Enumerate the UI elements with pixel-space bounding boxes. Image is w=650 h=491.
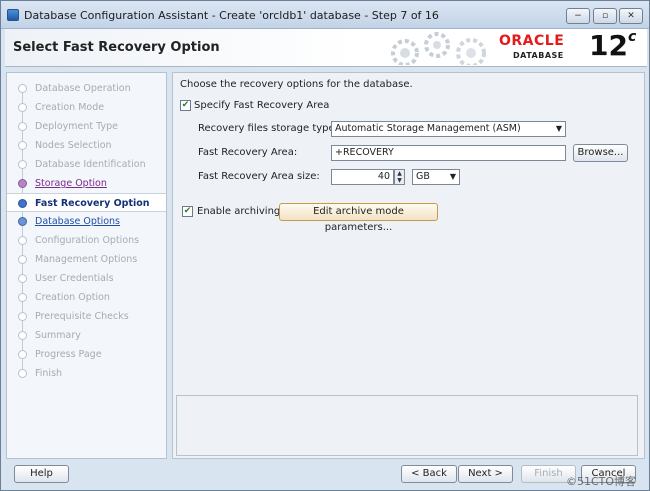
version-number: 12 [589,29,628,62]
nav-step-progress-page: Progress Page [7,345,166,364]
content-panel: Choose the recovery options for the data… [172,72,645,459]
window-title: Database Configuration Assistant - Creat… [24,9,439,22]
fra-location-label: Fast Recovery Area: [198,147,298,158]
enable-archiving-checkbox[interactable]: ✔ [182,206,193,217]
storage-type-value: Automatic Storage Management (ASM) [335,123,521,134]
step-dot-icon [18,103,27,112]
gears-icon [391,32,486,65]
size-unit-value: GB [416,171,430,182]
size-spinner[interactable]: ▲ ▼ [394,169,405,185]
nav-step-label: Progress Page [35,349,102,360]
watermark-text: ©51CTO博客 [566,475,637,488]
storage-type-select[interactable]: Automatic Storage Management (ASM) ▼ [331,121,566,137]
nav-step-creation-option: Creation Option [7,288,166,307]
maximize-button[interactable]: ▫ [593,8,617,24]
nav-step-summary: Summary [7,326,166,345]
browse-button[interactable]: Browse... [573,144,628,162]
step-dot-icon [18,350,27,359]
step-dot-icon [18,331,27,340]
nav-step-database-identification: Database Identification [7,155,166,174]
step-dot-icon [18,199,27,208]
nav-step-creation-mode: Creation Mode [7,98,166,117]
close-button[interactable]: ✕ [619,8,643,24]
database-wordmark: DATABASE [513,51,564,60]
nav-step-storage-option[interactable]: Storage Option [7,174,166,193]
app-icon [7,9,19,21]
nav-step-label[interactable]: Database Options [35,216,120,227]
step-dot-icon [18,369,27,378]
message-area [176,395,638,456]
step-dot-icon [18,312,27,321]
nav-step-deployment-type: Deployment Type [7,117,166,136]
nav-step-fast-recovery-option: Fast Recovery Option [7,193,166,212]
oracle-logo: ORACLE DATABASE [499,33,583,63]
header-banner: Select Fast Recovery Option ORACLE DATAB… [5,29,647,67]
fra-size-label: Fast Recovery Area size: [198,171,320,182]
specify-fra-label[interactable]: Specify Fast Recovery Area [194,100,329,111]
fra-size-input[interactable]: 40 [331,169,394,185]
oracle-wordmark: ORACLE [499,33,565,49]
size-unit-select[interactable]: GB ▼ [412,169,460,185]
version-badge: 12c [589,29,636,62]
step-dot-icon [18,255,27,264]
nav-step-label: Prerequisite Checks [35,311,129,322]
step-dot-icon [18,84,27,93]
nav-step-database-operation: Database Operation [7,79,166,98]
intro-text: Choose the recovery options for the data… [180,79,413,90]
title-bar: Database Configuration Assistant - Creat… [1,1,649,29]
step-dot-icon [18,217,27,226]
nav-step-label[interactable]: Storage Option [35,178,107,189]
nav-step-database-options[interactable]: Database Options [7,212,166,231]
nav-step-finish: Finish [7,364,166,383]
dropdown-arrow-icon: ▼ [449,172,456,181]
nav-step-label: Database Identification [35,159,146,170]
dropdown-arrow-icon: ▼ [555,124,562,133]
help-button[interactable]: Help [14,465,69,483]
step-dot-icon [18,179,27,188]
minimize-button[interactable]: − [566,8,590,24]
storage-type-label: Recovery files storage type: [198,123,339,134]
nav-step-management-options: Management Options [7,250,166,269]
nav-step-configuration-options: Configuration Options [7,231,166,250]
step-dot-icon [18,122,27,131]
fra-location-input[interactable]: +RECOVERY [331,145,566,161]
next-button[interactable]: Next > [458,465,513,483]
enable-archiving-label[interactable]: Enable archiving [197,206,280,217]
nav-step-label: Deployment Type [35,121,118,132]
step-dot-icon [18,160,27,169]
nav-step-user-credentials: User Credentials [7,269,166,288]
page-title: Select Fast Recovery Option [13,40,220,55]
nav-step-label: Database Operation [35,83,131,94]
step-dot-icon [18,141,27,150]
specify-fra-checkbox[interactable]: ✔ [180,100,191,111]
nav-step-label: Finish [35,368,63,379]
nav-step-label: Configuration Options [35,235,140,246]
back-button[interactable]: < Back [401,465,457,483]
edit-archive-mode-button[interactable]: Edit archive mode parameters... [279,203,438,233]
nav-step-label: User Credentials [35,273,114,284]
nav-step-label: Nodes Selection [35,140,112,151]
nav-step-nodes-selection: Nodes Selection [7,136,166,155]
nav-step-prerequisite-checks: Prerequisite Checks [7,307,166,326]
step-dot-icon [18,274,27,283]
nav-step-label: Creation Option [35,292,110,303]
version-suffix: c [627,29,637,45]
nav-step-label: Management Options [35,254,138,265]
nav-step-label: Creation Mode [35,102,105,113]
step-dot-icon [18,293,27,302]
dbca-window: Database Configuration Assistant - Creat… [0,0,650,491]
step-dot-icon [18,236,27,245]
nav-step-label: Fast Recovery Option [35,198,150,209]
nav-step-label: Summary [35,330,81,341]
step-navigation: Database Operation Creation Mode Deploym… [6,72,167,459]
